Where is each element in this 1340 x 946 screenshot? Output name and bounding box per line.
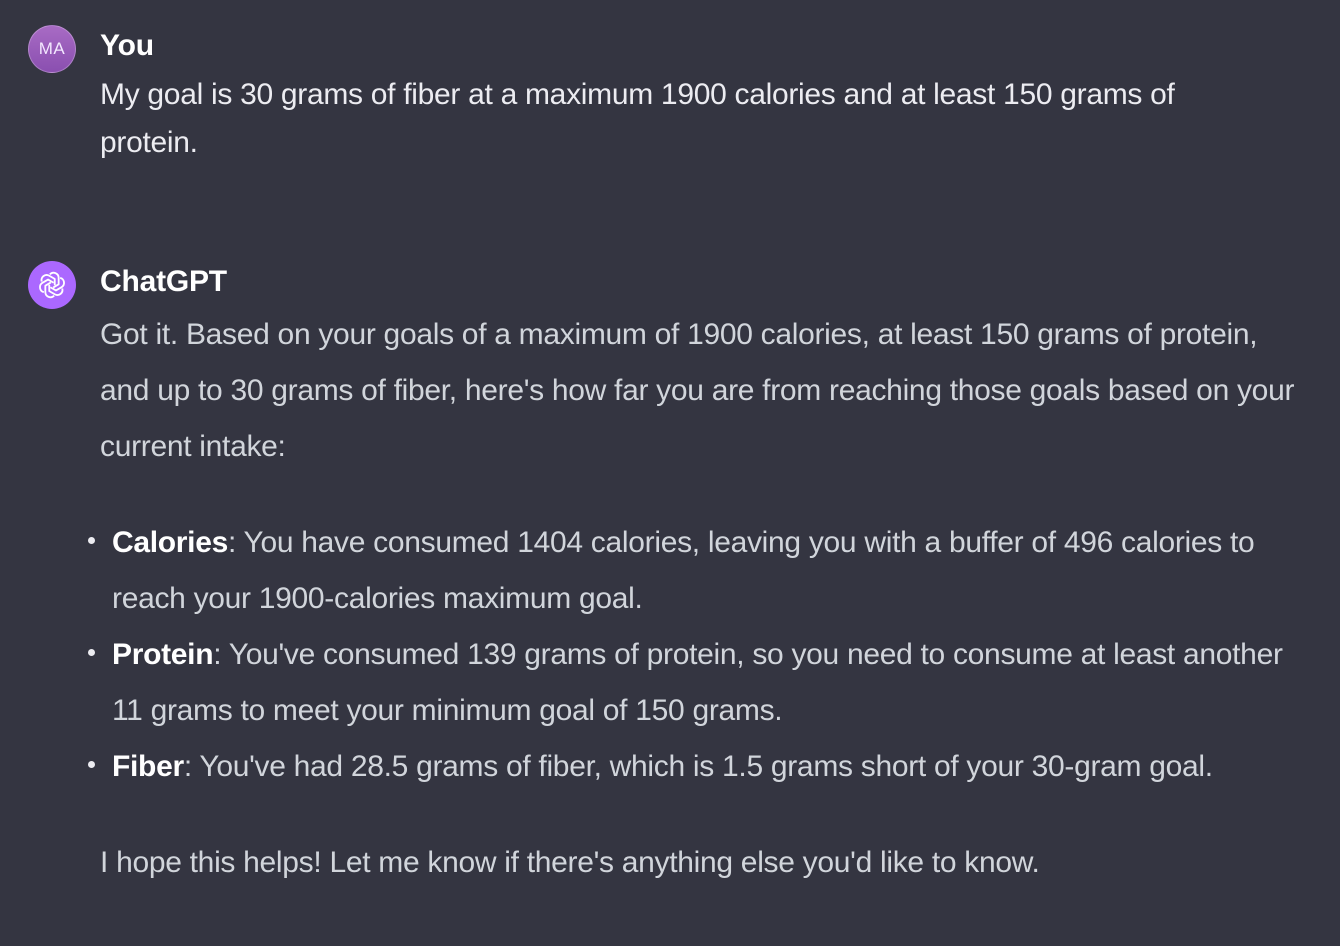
list-item: Calories: You have consumed 1404 calorie… — [88, 515, 1310, 627]
openai-logo-icon — [39, 271, 65, 299]
bullet-text: : You've had 28.5 grams of fiber, which … — [183, 750, 1213, 783]
bullet-term: Calories — [112, 526, 228, 559]
assistant-message-body: Got it. Based on your goals of a maximum… — [88, 307, 1310, 891]
assistant-author-name: ChatGPT — [100, 265, 227, 298]
bullet-text: : You've consumed 139 grams of protein, … — [112, 638, 1283, 727]
assistant-avatar — [28, 261, 76, 309]
user-message-text: My goal is 30 grams of fiber at a maximu… — [100, 78, 1175, 159]
assistant-closing-text: I hope this helps! Let me know if there'… — [100, 846, 1040, 879]
user-avatar: MA — [28, 25, 76, 73]
bullet-term: Fiber — [112, 750, 184, 783]
list-item: Fiber: You've had 28.5 grams of fiber, w… — [88, 739, 1310, 795]
assistant-intro-text: Got it. Based on your goals of a maximum… — [100, 318, 1295, 463]
user-author-name: You — [100, 29, 154, 62]
bullet-text: : You have consumed 1404 calories, leavi… — [112, 526, 1255, 615]
list-item: Protein: You've consumed 139 grams of pr… — [88, 627, 1310, 739]
assistant-bullet-list: Calories: You have consumed 1404 calorie… — [88, 515, 1310, 795]
bullet-term: Protein — [112, 638, 214, 671]
user-avatar-initials: MA — [38, 39, 66, 58]
